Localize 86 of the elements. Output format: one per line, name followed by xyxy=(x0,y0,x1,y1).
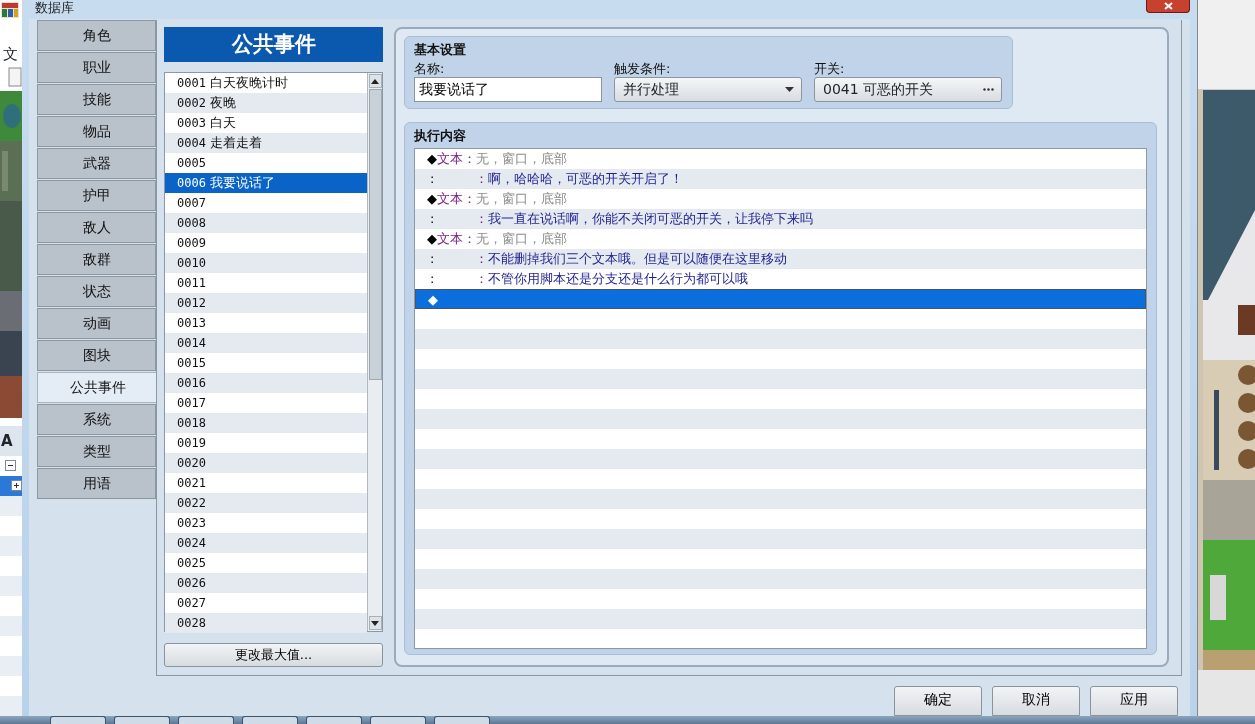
down-arrow-icon xyxy=(371,620,379,626)
name-field[interactable]: 我要说话了 xyxy=(414,77,602,102)
taskbar-button[interactable] xyxy=(434,716,490,724)
list-item[interactable]: 0011 xyxy=(165,273,367,294)
tab[interactable]: 动画 xyxy=(37,308,156,339)
dialog-button[interactable]: 取消 xyxy=(992,686,1080,716)
scrollbar[interactable] xyxy=(367,73,382,632)
menu-item[interactable]: 文 xyxy=(0,44,22,64)
switch-selector[interactable]: 0041 可恶的开关 xyxy=(814,77,1002,102)
dialog-button[interactable]: 确定 xyxy=(894,686,982,716)
list-item[interactable]: 0023 xyxy=(165,513,367,534)
list-item[interactable]: 0015 xyxy=(165,353,367,374)
tab[interactable]: A xyxy=(0,426,22,456)
tab[interactable]: 状态 xyxy=(37,276,156,307)
command-row[interactable]: : ：我一直在说话啊，你能不关闭可恶的开关，让我停下来吗 xyxy=(415,209,1146,229)
tab[interactable]: 图块 xyxy=(37,340,156,371)
tab[interactable]: 护甲 xyxy=(37,180,156,211)
command-row[interactable]: ◆ xyxy=(415,289,1146,309)
group-title: 基本设置 xyxy=(414,41,467,58)
tab[interactable]: 技能 xyxy=(37,84,156,115)
tab[interactable]: 武器 xyxy=(37,148,156,179)
list-item[interactable]: 0007 xyxy=(165,193,367,214)
window-title: 数据库 xyxy=(34,0,74,16)
list-header: 公共事件 xyxy=(164,27,383,63)
list-item[interactable]: 0005 xyxy=(165,153,367,174)
field-label: 触发条件: xyxy=(614,61,672,77)
list-item[interactable]: 0026 xyxy=(165,573,367,594)
taskbar-button[interactable] xyxy=(306,716,362,724)
list-item[interactable]: 0014 xyxy=(165,333,367,354)
list-item[interactable]: 0018 xyxy=(165,413,367,434)
list-item[interactable]: 0028 xyxy=(165,613,367,634)
list-item[interactable]: 0006 我要说话了 xyxy=(165,173,367,194)
app-icon xyxy=(0,0,20,20)
field-label: 开关: xyxy=(814,61,846,77)
taskbar-button[interactable] xyxy=(114,716,170,724)
tab[interactable]: 类型 xyxy=(37,436,156,467)
trigger-dropdown[interactable]: 并行处理 xyxy=(614,77,802,102)
taskbar-button[interactable] xyxy=(50,716,106,724)
change-maximum-button[interactable]: 更改最大值... xyxy=(164,643,383,667)
list-item[interactable]: 0016 xyxy=(165,373,367,394)
collapse-icon[interactable] xyxy=(5,460,16,471)
expand-icon[interactable] xyxy=(11,480,22,491)
list-item[interactable]: 0003 白天 xyxy=(165,113,367,134)
group-title: 执行内容 xyxy=(414,127,467,144)
taskbar-button[interactable] xyxy=(178,716,234,724)
list-item[interactable]: 0001 白天夜晚计时 xyxy=(165,73,367,94)
panel-background xyxy=(1198,670,1255,716)
list-item[interactable]: 0020 xyxy=(165,453,367,474)
list-item[interactable]: 0017 xyxy=(165,393,367,414)
tab[interactable]: 角色 xyxy=(37,20,156,51)
list-item[interactable]: 0009 xyxy=(165,233,367,254)
taskbar-button[interactable] xyxy=(242,716,298,724)
list-item[interactable]: 0027 xyxy=(165,593,367,614)
command-row[interactable]: : ：啊，哈哈哈，可恶的开关开启了！ xyxy=(415,169,1146,189)
list-item[interactable]: 0008 xyxy=(165,213,367,234)
taskbar-button[interactable] xyxy=(370,716,426,724)
command-row[interactable]: ◆文本：无，窗口，底部 xyxy=(415,189,1146,209)
tab[interactable]: 物品 xyxy=(37,116,156,147)
list-item[interactable]: 0019 xyxy=(165,433,367,454)
tab[interactable]: 职业 xyxy=(37,52,156,83)
tab[interactable]: 公共事件 xyxy=(37,372,157,403)
dialog-button[interactable]: 应用 xyxy=(1090,686,1178,716)
more-icon xyxy=(983,88,994,91)
scrollbar-thumb[interactable] xyxy=(368,89,382,381)
list-item[interactable]: 0021 xyxy=(165,473,367,494)
close-button[interactable] xyxy=(1146,0,1190,13)
caret-icon xyxy=(785,87,794,92)
list-item[interactable]: 0013 xyxy=(165,313,367,334)
command-row[interactable]: : ：不能删掉我们三个文本哦。但是可以随便在这里移动 xyxy=(415,249,1146,269)
field-label: 名称: xyxy=(414,61,446,77)
command-row[interactable]: ◆文本：无，窗口，底部 xyxy=(415,149,1146,169)
command-row[interactable]: ◆文本：无，窗口，底部 xyxy=(415,229,1146,249)
up-arrow-icon xyxy=(371,78,379,84)
command-row[interactable]: : ：不管你用脚本还是分支还是什么行为都可以哦 xyxy=(415,269,1146,289)
list-item[interactable]: 0012 xyxy=(165,293,367,314)
close-icon xyxy=(1163,2,1173,10)
list-item[interactable]: 0002 夜晚 xyxy=(165,93,367,114)
list-item[interactable]: 0025 xyxy=(165,553,367,574)
list-item[interactable]: 0010 xyxy=(165,253,367,274)
tab[interactable]: 用语 xyxy=(37,468,156,499)
list-item[interactable]: 0022 xyxy=(165,493,367,514)
list-item[interactable]: 0004 走着走着 xyxy=(165,133,367,154)
tab[interactable]: 敌人 xyxy=(37,212,156,243)
list-item[interactable]: 0024 xyxy=(165,533,367,554)
tab[interactable]: 敌群 xyxy=(37,244,156,275)
tab[interactable]: 系统 xyxy=(37,404,156,435)
